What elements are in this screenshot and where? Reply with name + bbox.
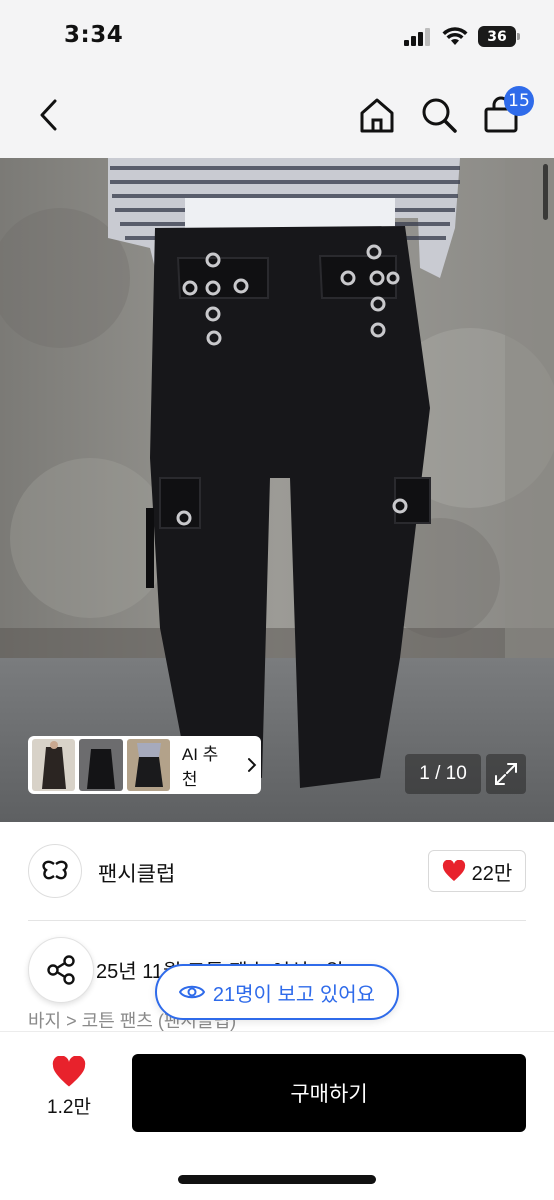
heart-icon: [52, 1056, 86, 1087]
cart-button[interactable]: 15: [478, 86, 534, 138]
brand-logo[interactable]: [28, 844, 82, 898]
home-icon: [360, 98, 394, 133]
expand-icon: [495, 763, 517, 785]
product-image-gallery[interactable]: AI 추천 1 / 10: [0, 158, 554, 822]
back-button[interactable]: [26, 92, 72, 138]
brand-logo-icon: [42, 860, 68, 880]
page-scroll-indicator: [543, 164, 548, 220]
image-counter: 1 / 10: [405, 754, 481, 794]
wishlist-button[interactable]: 1.2만: [28, 1056, 110, 1136]
brand-row: 팬시클럽 22만: [0, 822, 554, 922]
share-icon: [47, 955, 75, 985]
status-bar: 3:34 36: [0, 0, 554, 72]
wishlist-count: 1.2만: [47, 1097, 91, 1118]
recommend-thumbnail[interactable]: [32, 739, 76, 791]
cart-count-badge: 15: [504, 86, 534, 116]
chevron-right-icon: [248, 758, 257, 772]
wifi-icon: [442, 27, 468, 45]
viewers-text: 21명이 보고 있어요: [212, 983, 376, 1006]
eye-icon: [178, 985, 205, 999]
brand-name[interactable]: 팬시클럽: [98, 858, 175, 888]
status-time: 3:34: [64, 22, 124, 48]
bottom-action-bar: 1.2만 구매하기: [0, 1031, 554, 1200]
search-icon: [422, 98, 457, 133]
viewers-count-pill: 21명이 보고 있어요: [155, 964, 399, 1020]
back-chevron-icon: [40, 99, 57, 131]
top-nav-bar: 15: [0, 72, 554, 158]
buy-button[interactable]: 구매하기: [132, 1054, 526, 1132]
brand-like-count: 22만: [471, 862, 513, 885]
cellular-signal-icon: [404, 27, 430, 46]
status-icons: 36: [404, 26, 520, 47]
expand-button[interactable]: [486, 754, 526, 794]
home-indicator: [178, 1175, 376, 1184]
recommend-thumbnail[interactable]: [126, 739, 170, 791]
search-button[interactable]: [416, 92, 462, 138]
ai-recommend-label: AI 추천: [181, 745, 219, 789]
recommend-thumbnail[interactable]: [79, 739, 123, 791]
share-button[interactable]: [28, 937, 94, 1003]
ai-recommend-strip[interactable]: AI 추천: [28, 736, 261, 794]
battery-icon: 36: [478, 26, 520, 47]
heart-icon: [442, 860, 465, 881]
product-photo: [0, 158, 554, 822]
home-button[interactable]: [354, 92, 400, 138]
brand-like-button[interactable]: 22만: [428, 850, 526, 892]
